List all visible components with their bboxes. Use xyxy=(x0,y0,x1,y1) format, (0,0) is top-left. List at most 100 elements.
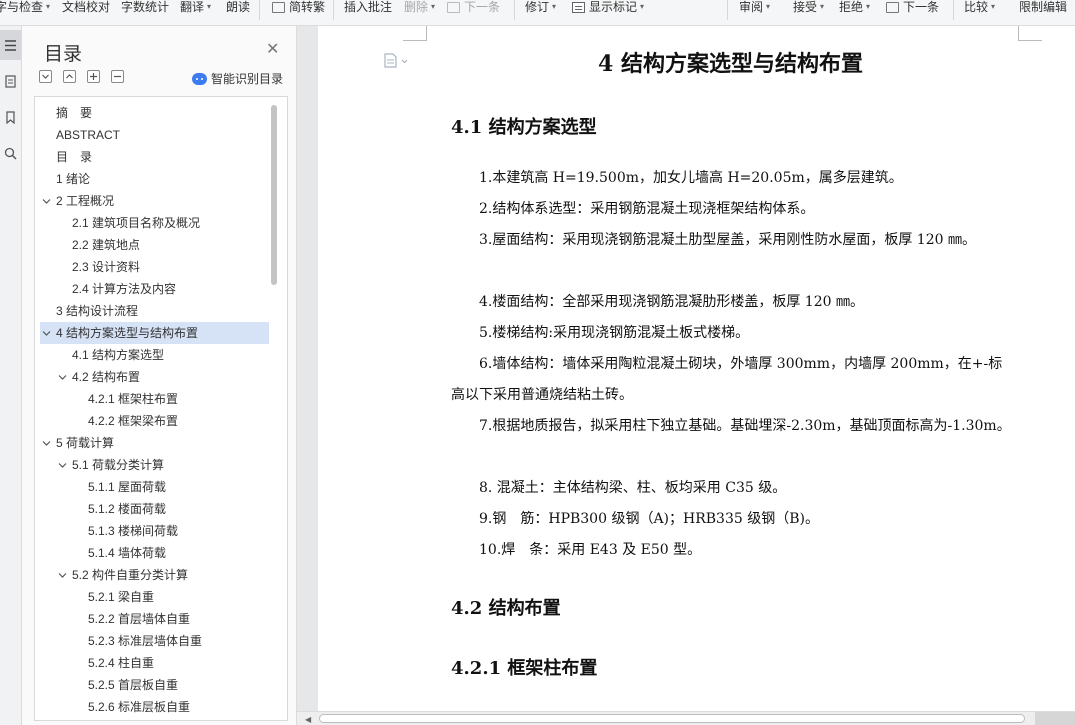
add-heading-button[interactable] xyxy=(87,70,100,83)
toc-item[interactable]: 5.2.1 梁自重 xyxy=(40,586,269,608)
accept-button[interactable]: 接受 ▾ xyxy=(793,0,824,14)
paragraph: 5.楼梯结构:采用现浇钢筋混凝土板式楼梯。 xyxy=(479,325,750,341)
toc-item-label: 5.2.1 梁自重 xyxy=(88,590,155,604)
toc-item[interactable]: 5 荷载计算 xyxy=(40,432,269,454)
crop-mark xyxy=(413,26,427,40)
rail-comment-button[interactable] xyxy=(0,102,21,132)
heading-4-2: 4.2 结构布置 xyxy=(451,598,561,619)
proofread-button[interactable]: 文档校对 xyxy=(62,0,110,14)
tb-label: 拒绝 xyxy=(839,0,864,14)
reject-button[interactable]: 拒绝 ▾ xyxy=(839,0,870,14)
read-aloud-button[interactable]: 朗读 xyxy=(226,0,250,14)
paragraph: 1.本建筑高 H=19.500m，加女儿墙高 H=20.05m，属多层建筑。 xyxy=(479,170,903,186)
toc-item-label: 3 结构设计流程 xyxy=(56,304,139,318)
chevron-down-icon[interactable] xyxy=(42,329,51,338)
toc-item[interactable]: 4.2.1 框架柱布置 xyxy=(40,388,269,410)
toc-item[interactable]: 5.1.2 楼面荷载 xyxy=(40,498,269,520)
word-count-button[interactable]: 字数统计 xyxy=(121,0,169,14)
toc-item-label: 2.4 计算方法及内容 xyxy=(72,282,177,296)
scroll-left-icon[interactable]: ◀ xyxy=(305,715,311,724)
review-toolbar: 字与检查▾ 文档校对 字数统计 翻译▾ 朗读 简转繁 插入批注 删除▾ 下一条 … xyxy=(0,0,1075,26)
horizontal-scrollbar[interactable]: ◀ xyxy=(297,711,1075,725)
toc-item-label: 4.2.2 框架梁布置 xyxy=(88,414,179,428)
page-options-icon[interactable] xyxy=(383,52,411,68)
toc-item[interactable]: 5.1.1 屋面荷载 xyxy=(40,476,269,498)
chevron-down-icon xyxy=(42,74,49,79)
toc-item[interactable]: 5.1.4 墙体荷载 xyxy=(40,542,269,564)
show-markup-button[interactable]: 显示标记 ▾ xyxy=(572,0,644,14)
paragraph: 7.根据地质报告，拟采用柱下独立基础。基础埋深-2.30m，基础顶面标高为-1.… xyxy=(479,418,1011,434)
translate-button[interactable]: 翻译 ▾ xyxy=(180,0,211,14)
toc-item[interactable]: 2.3 设计资料 xyxy=(40,256,269,278)
remove-heading-button[interactable] xyxy=(111,70,124,83)
rail-toc-button[interactable] xyxy=(0,30,21,60)
toc-item[interactable]: 4.2 结构布置 xyxy=(40,366,269,388)
toc-item[interactable]: 2.1 建筑项目名称及概况 xyxy=(40,212,269,234)
restrict-editing-button[interactable]: 限制编辑 xyxy=(1019,0,1067,14)
toc-panel: 目录 ✕ 智能识别目录 摘 要 ABSTRACT 目 录 1 绪论 2 工程概况 2.1 … xyxy=(22,26,297,725)
rail-chapter-button[interactable] xyxy=(0,66,21,96)
paragraph: 9.钢 筋：HPB300 级钢（A)；HRB335 级钢（B)。 xyxy=(479,511,819,527)
side-icon-rail xyxy=(0,26,22,725)
toc-item[interactable]: 5.1.3 楼梯间荷载 xyxy=(40,520,269,542)
toc-item[interactable]: 2.2 建筑地点 xyxy=(40,234,269,256)
toc-item[interactable]: 3 结构设计流程 xyxy=(40,300,269,322)
crop-mark xyxy=(403,40,427,41)
close-icon[interactable]: ✕ xyxy=(266,42,279,58)
compare-button[interactable]: 比较 ▾ xyxy=(964,0,995,14)
document-page[interactable]: 4 结构方案选型与结构布置 4.1 结构方案选型 1.本建筑高 H=19.500… xyxy=(318,26,1075,711)
convert-icon xyxy=(272,1,285,13)
toc-item[interactable]: 1 绪论 xyxy=(40,168,269,190)
plus-icon xyxy=(90,73,97,80)
toc-item[interactable]: ABSTRACT xyxy=(40,124,269,146)
chevron-down-icon: ▾ xyxy=(766,2,771,11)
toc-item[interactable]: 5.2.4 柱自重 xyxy=(40,652,269,674)
toc-item[interactable]: 5.2.3 标准层墙体自重 xyxy=(40,630,269,652)
collapse-level-button[interactable] xyxy=(63,70,76,83)
tb-label: 下一条 xyxy=(903,0,940,14)
toc-item[interactable]: 4.1 结构方案选型 xyxy=(40,344,269,366)
toc-item[interactable]: 5.2.2 首层墙体自重 xyxy=(40,608,269,630)
scrollbar-thumb[interactable] xyxy=(319,714,1025,723)
chevron-up-icon xyxy=(66,74,73,79)
tb-label: 字数统计 xyxy=(121,0,170,14)
paragraph: 3.屋面结构：采用现浇钢筋混凝土肋型屋盖，采用刚性防水屋面，板厚 120 ㎜。 xyxy=(479,232,976,248)
document-heading-1: 4 结构方案选型与结构布置 xyxy=(598,51,863,77)
tb-label: 审阅 xyxy=(739,0,764,14)
simplified-to-traditional-button[interactable]: 简转繁 xyxy=(272,0,325,14)
crop-mark xyxy=(1018,40,1042,41)
toc-item[interactable]: 目 录 xyxy=(40,146,269,168)
chevron-down-icon[interactable] xyxy=(42,197,51,206)
next-comment-button[interactable]: 下一条 xyxy=(447,0,500,14)
tb-label: 文档校对 xyxy=(62,0,111,14)
next-change-button[interactable]: 下一条 xyxy=(886,0,939,14)
delete-comment-button[interactable]: 删除 ▾ xyxy=(404,0,435,14)
chevron-down-icon[interactable] xyxy=(58,571,67,580)
review-button[interactable]: 审阅 ▾ xyxy=(739,0,770,14)
toc-item[interactable]: 4 结构方案选型与结构布置 xyxy=(40,322,269,344)
toc-item[interactable]: 5.1 荷载分类计算 xyxy=(40,454,269,476)
tb-label: 翻译 xyxy=(180,0,205,14)
chevron-down-icon[interactable] xyxy=(58,373,67,382)
smart-toc-button[interactable]: 智能识别目录 xyxy=(192,70,283,87)
toc-item[interactable]: 5.2 构件自重分类计算 xyxy=(40,564,269,586)
track-changes-button[interactable]: 修订 ▾ xyxy=(525,0,556,14)
spell-check-button[interactable]: 字与检查▾ xyxy=(0,0,50,14)
toc-item[interactable]: 2 工程概况 xyxy=(40,190,269,212)
toc-item-label: 5.2.3 标准层墙体自重 xyxy=(88,634,203,648)
toc-item-label: 2.1 建筑项目名称及概况 xyxy=(72,216,201,230)
toc-item[interactable]: 5.2.6 标准层板自重 xyxy=(40,696,269,718)
toc-item[interactable]: 摘 要 xyxy=(40,102,269,124)
toc-item[interactable]: 5.2.5 首层板自重 xyxy=(40,674,269,696)
toc-scrollbar[interactable] xyxy=(271,105,277,285)
chevron-down-icon[interactable] xyxy=(58,461,67,470)
toc-item[interactable]: 2.4 计算方法及内容 xyxy=(40,278,269,300)
expand-level-button[interactable] xyxy=(39,70,52,83)
toc-item[interactable]: 4.2.2 框架梁布置 xyxy=(40,410,269,432)
insert-comment-button[interactable]: 插入批注 xyxy=(344,0,392,14)
wps-writer-window: 字与检查▾ 文档校对 字数统计 翻译▾ 朗读 简转繁 插入批注 删除▾ 下一条 … xyxy=(0,0,1075,725)
smart-toc-label: 智能识别目录 xyxy=(211,72,284,86)
toc-item-label: 2.3 设计资料 xyxy=(72,260,141,274)
chevron-down-icon[interactable] xyxy=(42,439,51,448)
rail-search-button[interactable] xyxy=(0,138,21,168)
